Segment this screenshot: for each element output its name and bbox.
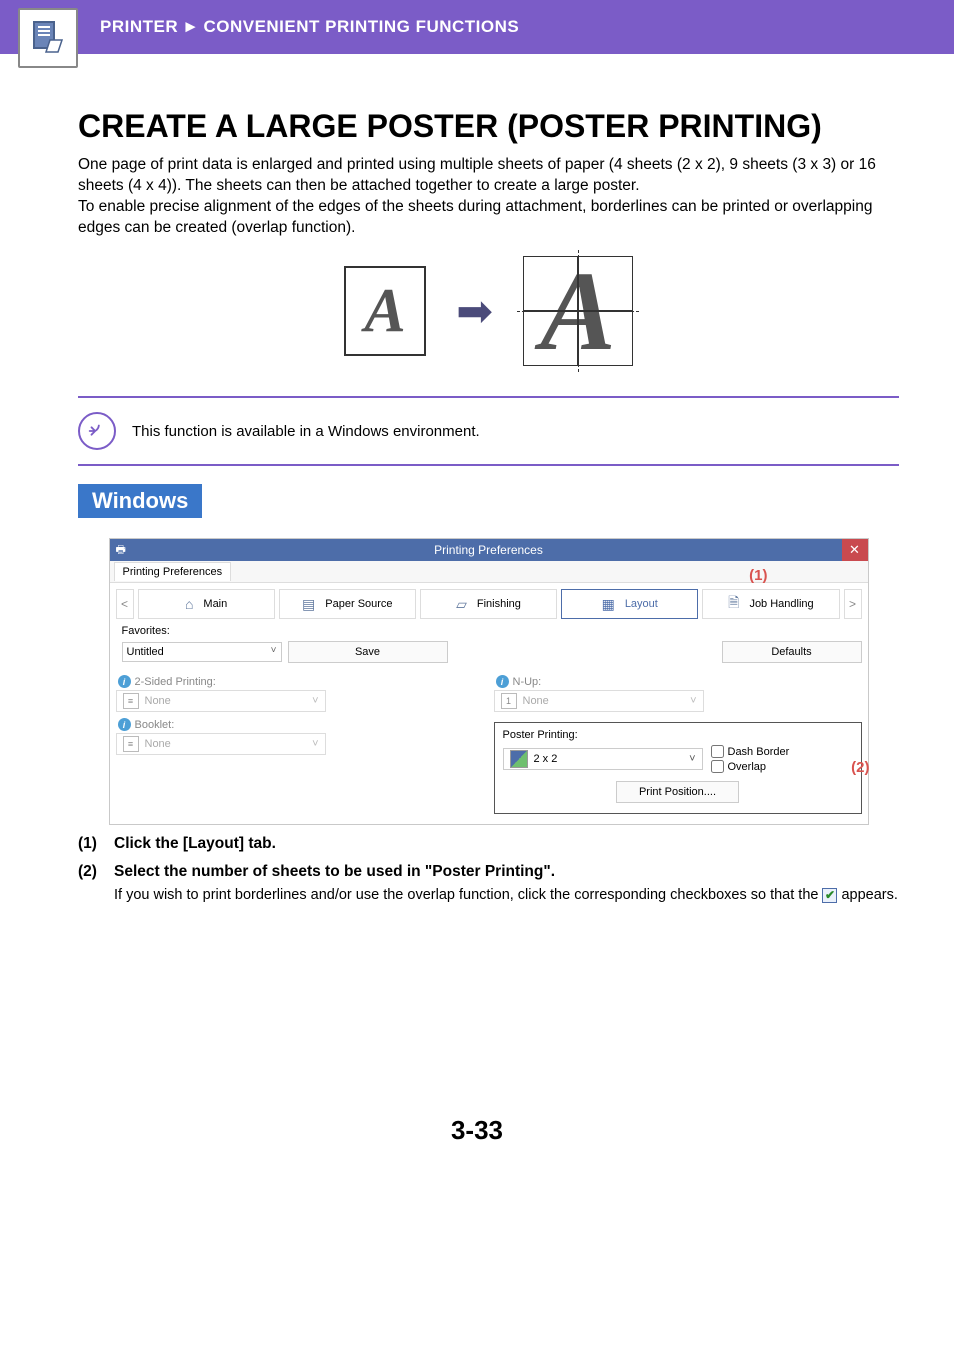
note-text: This function is available in a Windows … bbox=[132, 423, 480, 440]
favorites-label: Favorites: bbox=[122, 625, 182, 637]
callout-1: (1) bbox=[749, 567, 767, 584]
two-sided-label: 2-Sided Printing: bbox=[135, 676, 216, 688]
tab-label: Job Handling bbox=[749, 598, 813, 610]
job-icon: 🗎 bbox=[728, 592, 739, 616]
page-number: 3-33 bbox=[0, 1115, 954, 1176]
dialog-title: Printing Preferences bbox=[434, 543, 543, 557]
nup-value: None bbox=[523, 695, 549, 707]
tab-layout[interactable]: ▦ Layout bbox=[561, 589, 698, 619]
page-title: CREATE A LARGE POSTER (POSTER PRINTING) bbox=[78, 108, 899, 145]
two-sided-select: ≡ None bbox=[116, 690, 326, 712]
nup-select: 1 None bbox=[494, 690, 704, 712]
breadcrumb-separator: ► bbox=[182, 17, 199, 36]
step-2-text: Select the number of sheets to be used i… bbox=[114, 863, 555, 880]
page-icon: ▱ bbox=[456, 596, 467, 613]
info-icon: i bbox=[496, 675, 509, 688]
intro-2: To enable precise alignment of the edges… bbox=[78, 198, 872, 236]
checkmark-icon: ✔ bbox=[822, 888, 837, 903]
tab-finishing[interactable]: ▱ Finishing bbox=[420, 589, 557, 619]
breadcrumb-section: PRINTER bbox=[100, 17, 178, 36]
save-button[interactable]: Save bbox=[288, 641, 448, 663]
breadcrumb-subsection: CONVENIENT PRINTING FUNCTIONS bbox=[203, 17, 519, 36]
tab-paper-source[interactable]: ▤ Paper Source bbox=[279, 589, 416, 619]
two-sided-value: None bbox=[145, 695, 171, 707]
os-badge: Windows bbox=[78, 484, 202, 518]
dialog-titlebar: 🖶 Printing Preferences ✕ bbox=[110, 539, 868, 561]
booklet-select: ≡ None bbox=[116, 733, 326, 755]
poster-diagram: A ➡ A A A A bbox=[78, 256, 899, 366]
tab-main[interactable]: ⌂ Main bbox=[138, 589, 275, 619]
arrow-right-icon: ➡ bbox=[456, 286, 493, 337]
defaults-button[interactable]: Defaults bbox=[722, 641, 862, 663]
tabs-scroll-right[interactable]: > bbox=[844, 589, 862, 619]
close-button[interactable]: ✕ bbox=[842, 539, 868, 561]
print-position-button[interactable]: Print Position.... bbox=[616, 781, 739, 803]
divider bbox=[78, 464, 899, 466]
step-1-num: (1) bbox=[78, 833, 106, 855]
tab-label: Main bbox=[203, 598, 227, 610]
breadcrumb: PRINTER►CONVENIENT PRINTING FUNCTIONS bbox=[100, 17, 519, 37]
booklet-value: None bbox=[145, 738, 171, 750]
diagram-split-pages: A A A A bbox=[523, 256, 633, 366]
tab-label: Paper Source bbox=[325, 598, 392, 610]
overlap-checkbox[interactable]: Overlap bbox=[711, 760, 790, 773]
step-2-note-a: If you wish to print borderlines and/or … bbox=[114, 885, 818, 905]
poster-value: 2 x 2 bbox=[534, 753, 558, 765]
info-icon: i bbox=[118, 675, 131, 688]
poster-select[interactable]: 2 x 2 bbox=[503, 748, 703, 770]
nup-label: N-Up: bbox=[513, 676, 542, 688]
tab-job-handling[interactable]: 🗎 Job Handling bbox=[702, 589, 839, 619]
info-icon: i bbox=[118, 718, 131, 731]
diagram-single-page: A bbox=[344, 266, 426, 356]
page-none-icon: ≡ bbox=[123, 693, 139, 709]
tip-icon bbox=[78, 412, 116, 450]
page-none-icon: ≡ bbox=[123, 736, 139, 752]
tab-printing-preferences[interactable]: Printing Preferences bbox=[114, 562, 232, 581]
tab-label: Finishing bbox=[477, 598, 521, 610]
dash-border-checkbox[interactable]: Dash Border bbox=[711, 745, 790, 758]
step-2-note-b: appears. bbox=[841, 885, 897, 905]
callout-2: (2) bbox=[851, 759, 869, 776]
layout-icon: ▦ bbox=[602, 596, 615, 613]
tab-label: Layout bbox=[625, 598, 658, 610]
favorites-select[interactable]: Untitled bbox=[122, 642, 282, 662]
printer-icon: 🖶 bbox=[116, 541, 126, 560]
home-icon: ⌂ bbox=[185, 596, 193, 612]
printing-preferences-dialog: 🖶 Printing Preferences ✕ Printing Prefer… bbox=[109, 538, 869, 825]
booklet-label: Booklet: bbox=[135, 719, 175, 731]
step-2-num: (2) bbox=[78, 861, 106, 883]
poster-label: Poster Printing: bbox=[503, 729, 853, 741]
tabs-scroll-left[interactable]: < bbox=[116, 589, 134, 619]
printer-section-icon bbox=[18, 8, 78, 68]
divider bbox=[78, 396, 899, 398]
step-1-text: Click the [Layout] tab. bbox=[114, 835, 276, 852]
intro-1: One page of print data is enlarged and p… bbox=[78, 156, 876, 194]
tray-icon: ▤ bbox=[302, 596, 315, 613]
poster-2x2-icon bbox=[510, 750, 528, 768]
nup-1-icon: 1 bbox=[501, 693, 517, 709]
